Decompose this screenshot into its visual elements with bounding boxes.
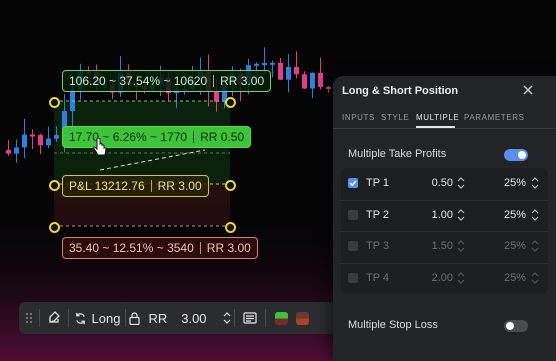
percent-stepper-icon[interactable] [531, 271, 539, 285]
tp-checkbox[interactable] [348, 272, 358, 283]
candle-body [326, 86, 331, 89]
percent-stepper-icon[interactable] [531, 208, 539, 222]
panel-title: Long & Short Position [342, 85, 459, 97]
stepper-icon[interactable] [223, 312, 231, 324]
entry-left-handle[interactable] [49, 180, 60, 191]
candle-body [294, 66, 299, 75]
tp-percent-input[interactable]: 25% [504, 272, 526, 284]
candle-body [270, 62, 275, 65]
tp-color-swatch[interactable] [275, 311, 288, 325]
tp-name: TP 4 [366, 271, 390, 284]
tab-multiple[interactable]: MULTIPLE [416, 113, 459, 122]
hand-cursor-icon [93, 138, 107, 156]
tp1-label[interactable]: 17.70 ~ 6.26% ~ 1770 RR 0.50 [62, 126, 252, 148]
tool-icon[interactable] [40, 302, 68, 334]
tp-row: TP 2 1.00 25% [341, 200, 548, 231]
rr-stepper-icon[interactable] [457, 208, 465, 222]
candle-body [318, 72, 323, 87]
tp-name: TP 2 [366, 208, 390, 221]
candle-body [30, 134, 35, 137]
lock-icon[interactable] [129, 311, 141, 325]
tp1-rr: RR 0.50 [200, 130, 245, 144]
candle-body [38, 134, 43, 146]
tp-percent-input[interactable]: 25% [504, 240, 526, 252]
sl-left-handle[interactable] [49, 222, 60, 233]
candle-body [278, 62, 283, 80]
tp-left-handle[interactable] [49, 97, 60, 108]
sl-right-handle[interactable] [225, 222, 236, 233]
direction-toggle-button[interactable]: Long [69, 302, 125, 334]
tp-percent-input[interactable]: 25% [504, 177, 526, 189]
drag-handle-icon[interactable] [19, 302, 39, 334]
tp-rr-input[interactable]: 1.50 [432, 240, 453, 252]
pnl-label[interactable]: P&L 13212.76 RR 3.00 [62, 175, 209, 197]
tp-list: TP 1 0.50 25% TP 2 1.00 25% TP 3 1.50 25% TP 4 2.0… [341, 168, 548, 294]
tp1-value: 17.70 ~ 6.26% ~ 1770 [69, 130, 188, 144]
checkmark-icon [349, 180, 357, 187]
tp-right-handle[interactable] [225, 97, 236, 108]
tp-row: TP 4 2.00 25% [341, 263, 548, 294]
tp-checkbox[interactable] [348, 178, 358, 188]
direction-label: Long [91, 310, 121, 326]
position-settings-panel: Long & Short Position INPUTS STYLE MULTI… [333, 76, 556, 361]
take-profit-value: 106.20 ~ 37.54% ~ 10620 [69, 74, 208, 88]
tp-checkbox[interactable] [348, 241, 358, 251]
tp-row: TP 1 0.50 25% [341, 168, 548, 199]
sl-color-swatch[interactable] [296, 311, 309, 325]
percent-stepper-icon[interactable] [531, 239, 539, 253]
stop-loss-value: 35.40 ~ 12.51% ~ 3540 [69, 241, 194, 255]
stop-loss-label[interactable]: 35.40 ~ 12.51% ~ 3540 RR 3.00 [62, 237, 258, 259]
tp-name: TP 3 [366, 240, 390, 252]
tp-checkbox[interactable] [348, 209, 358, 220]
take-profit-rr: RR 3.00 [220, 74, 265, 88]
tab-style[interactable]: STYLE [381, 113, 409, 122]
stop-loss-rr: RR 3.00 [206, 241, 251, 255]
candle-body [70, 89, 75, 112]
tp-row: TP 3 1.50 25% [341, 231, 548, 262]
take-profit-label[interactable]: 106.20 ~ 37.54% ~ 10620 RR 3.00 [62, 70, 272, 92]
percent-stepper-icon[interactable] [531, 176, 539, 190]
tp-percent-input[interactable]: 25% [504, 209, 526, 221]
tp-rr-input[interactable]: 1.00 [432, 209, 453, 221]
position-toolbar: Long RR 3.00 [19, 302, 341, 334]
candle-body [22, 134, 27, 148]
tab-parameters[interactable]: PARAMETERS [464, 113, 525, 122]
candle-body [46, 138, 51, 146]
tab-inputs[interactable]: INPUTS [342, 113, 375, 122]
candle-body [14, 147, 19, 154]
settings-panel-icon[interactable] [235, 302, 265, 334]
multiple-sl-toggle[interactable] [504, 320, 528, 332]
multiple-tp-toggle[interactable] [504, 149, 528, 161]
candle-body [54, 135, 59, 139]
rr-stepper-icon[interactable] [457, 271, 465, 285]
multiple-sl-label: Multiple Stop Loss [348, 319, 438, 331]
tp-name: TP 1 [366, 177, 390, 189]
tp-rr-input[interactable]: 0.50 [432, 177, 453, 189]
rr-value[interactable]: 3.00 [181, 311, 206, 326]
pnl-rr: RR 3.00 [157, 179, 202, 193]
close-icon[interactable] [521, 83, 535, 97]
rr-stepper-icon[interactable] [457, 239, 465, 253]
rr-control[interactable]: RR 3.00 [126, 302, 234, 334]
candle-body [6, 150, 11, 154]
entry-right-handle[interactable] [225, 180, 236, 191]
candle-body [262, 63, 267, 66]
candle-body [302, 74, 307, 89]
candle-body [286, 66, 291, 80]
active-tab-indicator [416, 126, 455, 128]
rr-label: RR [148, 310, 168, 326]
candle-body [254, 63, 259, 66]
candle-body [214, 90, 219, 102]
rr-stepper-icon[interactable] [457, 176, 465, 190]
candle-body [310, 72, 315, 89]
multiple-tp-label: Multiple Take Profits [348, 148, 447, 160]
swap-icon [75, 312, 85, 324]
pnl-value: P&L 13212.76 [69, 179, 145, 193]
color-swatches [266, 302, 318, 334]
tp-rr-input[interactable]: 2.00 [432, 272, 453, 284]
